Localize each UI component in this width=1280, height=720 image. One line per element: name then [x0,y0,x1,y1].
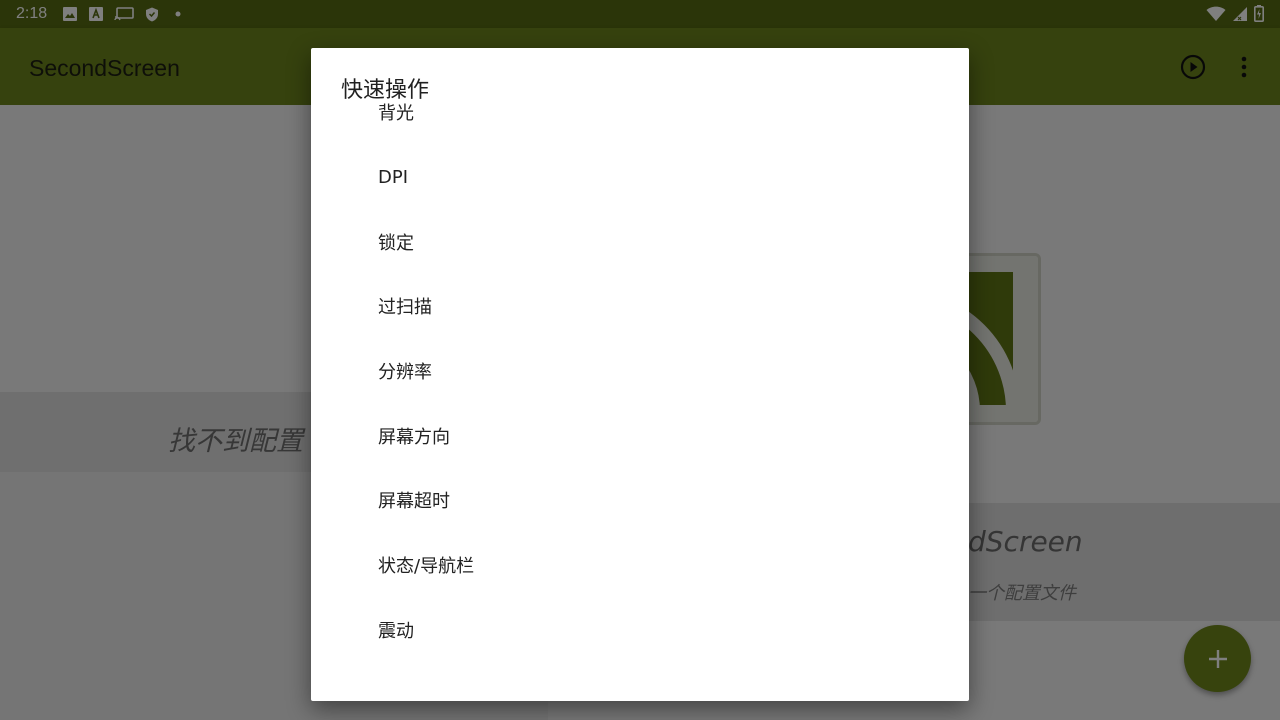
list-item-label: 锁定 [378,232,414,254]
quick-action-screen-timeout[interactable]: 屏幕超时 [311,468,969,533]
quick-action-resolution[interactable]: 分辨率 [311,339,969,404]
quick-action-dpi[interactable]: DPI [311,145,969,210]
list-item-label: DPI [378,166,409,188]
quick-action-orientation[interactable]: 屏幕方向 [311,403,969,468]
list-item-label: 屏幕超时 [378,491,450,513]
dialog-title: 快速操作 [341,78,430,103]
quick-action-lock[interactable]: 锁定 [311,209,969,274]
quick-actions-list: 背光 DPI 锁定 过扫描 分辨率 屏幕方向 屏幕超时 状态/导航栏 震动 [311,80,969,662]
quick-action-overscan[interactable]: 过扫描 [311,274,969,339]
list-item-label: 状态/导航栏 [378,556,475,578]
quick-action-status-nav-bar[interactable]: 状态/导航栏 [311,533,969,598]
list-item-label: 分辨率 [378,362,432,384]
list-item-label: 屏幕方向 [378,426,450,448]
list-item-label: 震动 [378,620,414,642]
quick-actions-dialog: 背光 DPI 锁定 过扫描 分辨率 屏幕方向 屏幕超时 状态/导航栏 震动 快速… [311,48,969,701]
list-item-label: 过扫描 [378,297,432,319]
quick-action-vibration[interactable]: 震动 [311,598,969,663]
